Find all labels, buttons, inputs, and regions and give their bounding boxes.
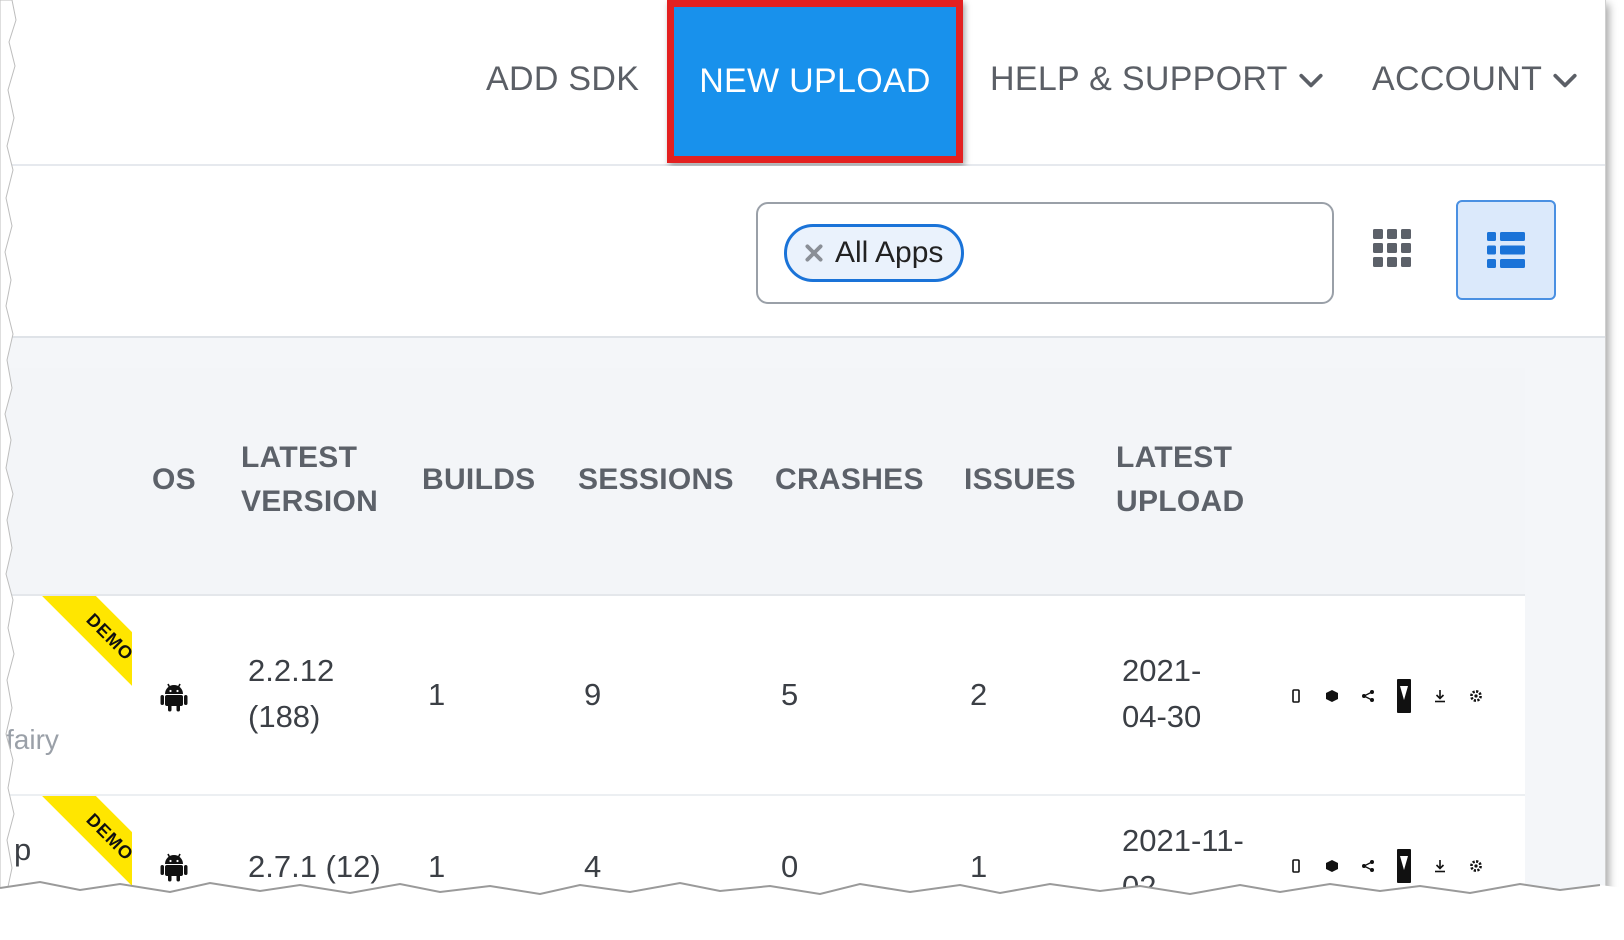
- cell-issues: 2: [970, 677, 988, 712]
- list-view-button[interactable]: [1456, 200, 1556, 300]
- col-latest-upload-line1: LATEST: [1116, 441, 1233, 474]
- download-icon[interactable]: [1422, 848, 1458, 884]
- cell-crashes: 5: [781, 677, 799, 712]
- chevron-down-icon: [1299, 73, 1323, 87]
- device-icon[interactable]: [1278, 678, 1314, 714]
- col-latest-version-line2: VERSION: [241, 485, 379, 518]
- torn-edge-bottom: [0, 880, 1624, 940]
- new-upload-label: NEW UPLOAD: [699, 62, 931, 100]
- filter-funnel-icon[interactable]: [1386, 848, 1422, 884]
- col-os[interactable]: OS: [152, 458, 196, 502]
- col-issues[interactable]: ISSUES: [964, 458, 1076, 502]
- new-upload-button[interactable]: NEW UPLOAD: [667, 0, 963, 163]
- col-latest-version-line1: LATEST: [241, 441, 358, 474]
- settings-gear-icon[interactable]: [1458, 848, 1494, 884]
- download-icon[interactable]: [1422, 678, 1458, 714]
- cell-builds: 1: [428, 677, 446, 712]
- col-crashes[interactable]: CRASHES: [775, 458, 924, 502]
- row-actions: [1278, 848, 1494, 884]
- row-actions: [1278, 678, 1494, 714]
- ribbon-label: DEMO: [82, 809, 132, 865]
- share-icon[interactable]: [1350, 678, 1386, 714]
- account-label: ACCOUNT: [1372, 60, 1543, 98]
- col-builds[interactable]: BUILDS: [422, 458, 535, 502]
- col-sessions[interactable]: SESSIONS: [578, 458, 734, 502]
- account-menu[interactable]: ACCOUNT: [1372, 60, 1578, 99]
- cell-sessions: 9: [584, 677, 602, 712]
- upload-line2: 04-30: [1122, 699, 1202, 734]
- col-latest-upload[interactable]: LATEST UPLOAD: [1116, 436, 1244, 524]
- help-support-menu[interactable]: HELP & SUPPORT: [990, 60, 1324, 99]
- apps-table: OS LATEST VERSION BUILDS SESSIONS CRASHE…: [0, 368, 1525, 920]
- app-filter-input[interactable]: All Apps: [756, 202, 1334, 304]
- torn-edge-left: [0, 0, 17, 940]
- share-icon[interactable]: [1350, 848, 1386, 884]
- list-view-icon: [1487, 232, 1525, 268]
- table-header: OS LATEST VERSION BUILDS SESSIONS CRASHE…: [0, 368, 1525, 596]
- table-row[interactable]: DEMO fairy 2.2.12 (188) 1 9 5 2 2021- 04…: [0, 596, 1525, 796]
- cell-version: 2.2.12 (188): [248, 648, 334, 740]
- filter-bar: All Apps: [0, 166, 1605, 338]
- ribbon-label: DEMO: [82, 609, 132, 665]
- android-icon: [160, 683, 188, 712]
- version-line1: 2.2.12: [248, 653, 335, 688]
- package-icon[interactable]: [1314, 848, 1350, 884]
- app-window: ADD SDK NEW UPLOAD HELP & SUPPORT ACCOUN…: [0, 0, 1606, 920]
- upload-line1: 2021-: [1122, 653, 1202, 688]
- filter-chip-all-apps[interactable]: All Apps: [784, 224, 965, 282]
- chip-label: All Apps: [835, 236, 944, 269]
- apps-content: OS LATEST VERSION BUILDS SESSIONS CRASHE…: [0, 338, 1605, 920]
- close-icon[interactable]: [803, 242, 825, 264]
- col-latest-upload-line2: UPLOAD: [1116, 485, 1245, 518]
- help-support-label: HELP & SUPPORT: [990, 60, 1288, 98]
- top-nav: ADD SDK NEW UPLOAD HELP & SUPPORT ACCOUN…: [0, 0, 1605, 166]
- package-icon[interactable]: [1314, 678, 1350, 714]
- cell-latest-upload: 2021- 04-30: [1122, 648, 1201, 740]
- add-sdk-link[interactable]: ADD SDK: [486, 60, 639, 99]
- add-sdk-label: ADD SDK: [486, 60, 640, 98]
- chevron-down-icon: [1553, 73, 1577, 87]
- filter-funnel-icon[interactable]: [1386, 678, 1422, 714]
- grid-view-icon[interactable]: [1372, 228, 1412, 268]
- upload-line1: 2021-11-: [1122, 823, 1244, 858]
- android-icon: [160, 853, 188, 882]
- device-icon[interactable]: [1278, 848, 1314, 884]
- version-line2: (188): [248, 699, 321, 734]
- col-latest-version[interactable]: LATEST VERSION: [241, 436, 378, 524]
- settings-gear-icon[interactable]: [1458, 678, 1494, 714]
